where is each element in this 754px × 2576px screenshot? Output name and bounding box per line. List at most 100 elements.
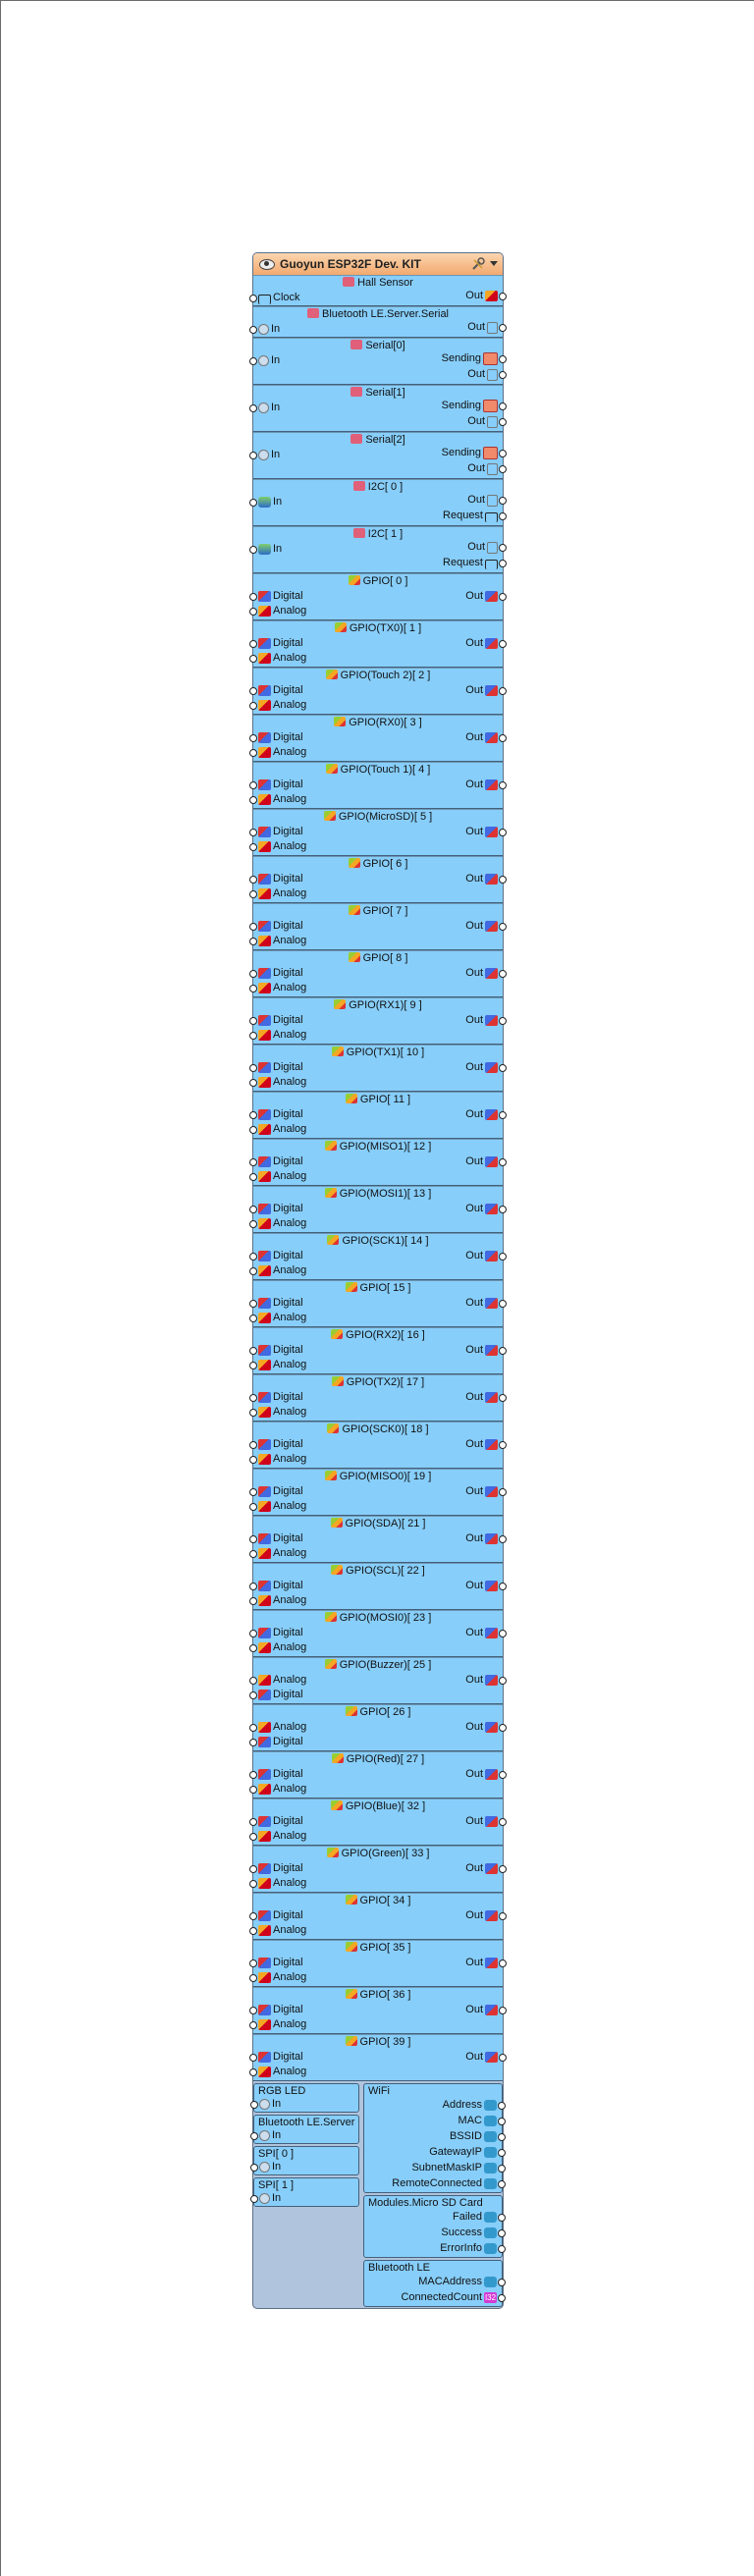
- module-20[interactable]: GPIO(MOSI1)[ 13 ] Digital Analog Out: [249, 1186, 507, 1233]
- output-pin[interactable]: ErrorInfo: [440, 2242, 506, 2255]
- pin-connector[interactable]: [249, 1535, 257, 1543]
- output-pin[interactable]: Request: [443, 557, 507, 569]
- pin-connector[interactable]: [249, 295, 257, 302]
- pin-connector[interactable]: [499, 1253, 507, 1261]
- output-pin[interactable]: Out: [465, 1250, 507, 1262]
- module-0[interactable]: Hall Sensor Clock Out: [249, 275, 507, 306]
- pin-connector[interactable]: [249, 404, 257, 412]
- pin-connector[interactable]: [499, 734, 507, 742]
- input-pin[interactable]: Digital: [249, 1108, 303, 1121]
- pin-connector[interactable]: [249, 2021, 257, 2029]
- pin-connector[interactable]: [498, 2102, 506, 2110]
- input-pin[interactable]: Analog: [249, 1312, 306, 1324]
- module-5[interactable]: I2C[ 0 ] In Out Request: [249, 479, 507, 526]
- pin-connector[interactable]: [499, 640, 507, 648]
- input-pin[interactable]: In: [249, 543, 282, 556]
- input-pin[interactable]: Analog: [249, 1500, 306, 1513]
- pin-connector[interactable]: [249, 1441, 257, 1449]
- output-pin[interactable]: RemoteConnected: [392, 2177, 506, 2190]
- module-35[interactable]: GPIO[ 34 ] Digital Analog Out: [249, 1893, 507, 1940]
- left-box-2[interactable]: SPI[ 0 ] In: [250, 2146, 359, 2175]
- output-pin[interactable]: Out: [465, 778, 507, 791]
- input-pin[interactable]: Analog: [249, 746, 306, 759]
- module-33[interactable]: GPIO(Blue)[ 32 ] Digital Analog Out: [249, 1798, 507, 1846]
- pin-connector[interactable]: [499, 355, 507, 363]
- pin-connector[interactable]: [498, 2279, 506, 2286]
- pin-connector[interactable]: [249, 1158, 257, 1166]
- input-pin[interactable]: In: [250, 2129, 281, 2142]
- left-box-3[interactable]: SPI[ 1 ] In: [250, 2177, 359, 2207]
- input-pin[interactable]: Digital: [249, 1580, 303, 1592]
- pin-connector[interactable]: [499, 1158, 507, 1166]
- module-12[interactable]: GPIO(MicroSD)[ 5 ] Digital Analog Out: [249, 809, 507, 856]
- input-pin[interactable]: Analog: [249, 840, 306, 853]
- input-pin[interactable]: Digital: [249, 778, 303, 791]
- pin-connector[interactable]: [249, 970, 257, 978]
- input-pin[interactable]: Digital: [249, 1627, 303, 1639]
- output-pin[interactable]: Out: [465, 2004, 507, 2016]
- pin-connector[interactable]: [499, 1912, 507, 1920]
- output-pin[interactable]: Out: [465, 1203, 507, 1215]
- pin-connector[interactable]: [499, 512, 507, 520]
- pin-connector[interactable]: [250, 2195, 258, 2203]
- input-pin[interactable]: Digital: [249, 1815, 303, 1828]
- output-pin[interactable]: Failed: [453, 2211, 506, 2224]
- pin-connector[interactable]: [249, 1032, 257, 1040]
- pin-connector[interactable]: [249, 1974, 257, 1982]
- input-pin[interactable]: Digital: [249, 1862, 303, 1875]
- input-pin[interactable]: Analog: [249, 1830, 306, 1843]
- pin-connector[interactable]: [249, 687, 257, 695]
- module-14[interactable]: GPIO[ 7 ] Digital Analog Out: [249, 903, 507, 950]
- module-10[interactable]: GPIO(RX0)[ 3 ] Digital Analog Out: [249, 715, 507, 762]
- output-pin[interactable]: Out: [465, 1627, 507, 1639]
- module-16[interactable]: GPIO(RX1)[ 9 ] Digital Analog Out: [249, 997, 507, 1045]
- output-pin[interactable]: Out: [465, 290, 507, 302]
- output-pin[interactable]: Success: [441, 2227, 506, 2239]
- pin-connector[interactable]: [499, 1583, 507, 1590]
- pin-connector[interactable]: [249, 1394, 257, 1402]
- pin-connector[interactable]: [249, 1644, 257, 1652]
- pin-connector[interactable]: [249, 1347, 257, 1355]
- pin-connector[interactable]: [499, 324, 507, 332]
- output-pin[interactable]: Out: [465, 1108, 507, 1121]
- pin-connector[interactable]: [249, 1220, 257, 1228]
- pin-connector[interactable]: [499, 560, 507, 567]
- pin-connector[interactable]: [498, 2149, 506, 2157]
- module-3[interactable]: Serial[1] In Sending Out: [249, 385, 507, 432]
- output-pin[interactable]: Out: [465, 920, 507, 933]
- input-pin[interactable]: Digital: [249, 1532, 303, 1545]
- output-pin[interactable]: Out: [465, 590, 507, 603]
- pin-connector[interactable]: [249, 1206, 257, 1213]
- pin-connector[interactable]: [249, 2007, 257, 2014]
- pin-connector[interactable]: [499, 371, 507, 379]
- pin-connector[interactable]: [498, 2118, 506, 2125]
- output-pin[interactable]: Sending: [442, 352, 507, 365]
- output-pin[interactable]: Out: [465, 873, 507, 886]
- input-pin[interactable]: Digital: [249, 1736, 303, 1748]
- input-pin[interactable]: Analog: [249, 935, 306, 947]
- output-pin[interactable]: Out: [465, 1862, 507, 1875]
- pin-connector[interactable]: [249, 1111, 257, 1119]
- input-pin[interactable]: Digital: [249, 2004, 303, 2016]
- output-pin[interactable]: Out: [465, 1768, 507, 1781]
- pin-connector[interactable]: [499, 450, 507, 457]
- module-34[interactable]: GPIO(Green)[ 33 ] Digital Analog Out: [249, 1846, 507, 1893]
- pin-connector[interactable]: [249, 923, 257, 931]
- input-pin[interactable]: In: [250, 2161, 281, 2174]
- pin-connector[interactable]: [498, 2214, 506, 2222]
- pin-connector[interactable]: [249, 1724, 257, 1732]
- pin-connector[interactable]: [499, 687, 507, 695]
- pin-connector[interactable]: [249, 2068, 257, 2076]
- output-pin[interactable]: Out: [465, 1061, 507, 1074]
- pin-connector[interactable]: [499, 923, 507, 931]
- input-pin[interactable]: Analog: [249, 793, 306, 806]
- input-pin[interactable]: Digital: [249, 1344, 303, 1357]
- input-pin[interactable]: Analog: [249, 1924, 306, 1937]
- pin-connector[interactable]: [249, 1630, 257, 1637]
- output-pin[interactable]: SubnetMaskIP: [411, 2162, 506, 2174]
- pin-connector[interactable]: [498, 2245, 506, 2253]
- input-pin[interactable]: Digital: [249, 1203, 303, 1215]
- pin-connector[interactable]: [249, 1409, 257, 1417]
- output-pin[interactable]: Out: [465, 1674, 507, 1687]
- pin-connector[interactable]: [499, 1017, 507, 1025]
